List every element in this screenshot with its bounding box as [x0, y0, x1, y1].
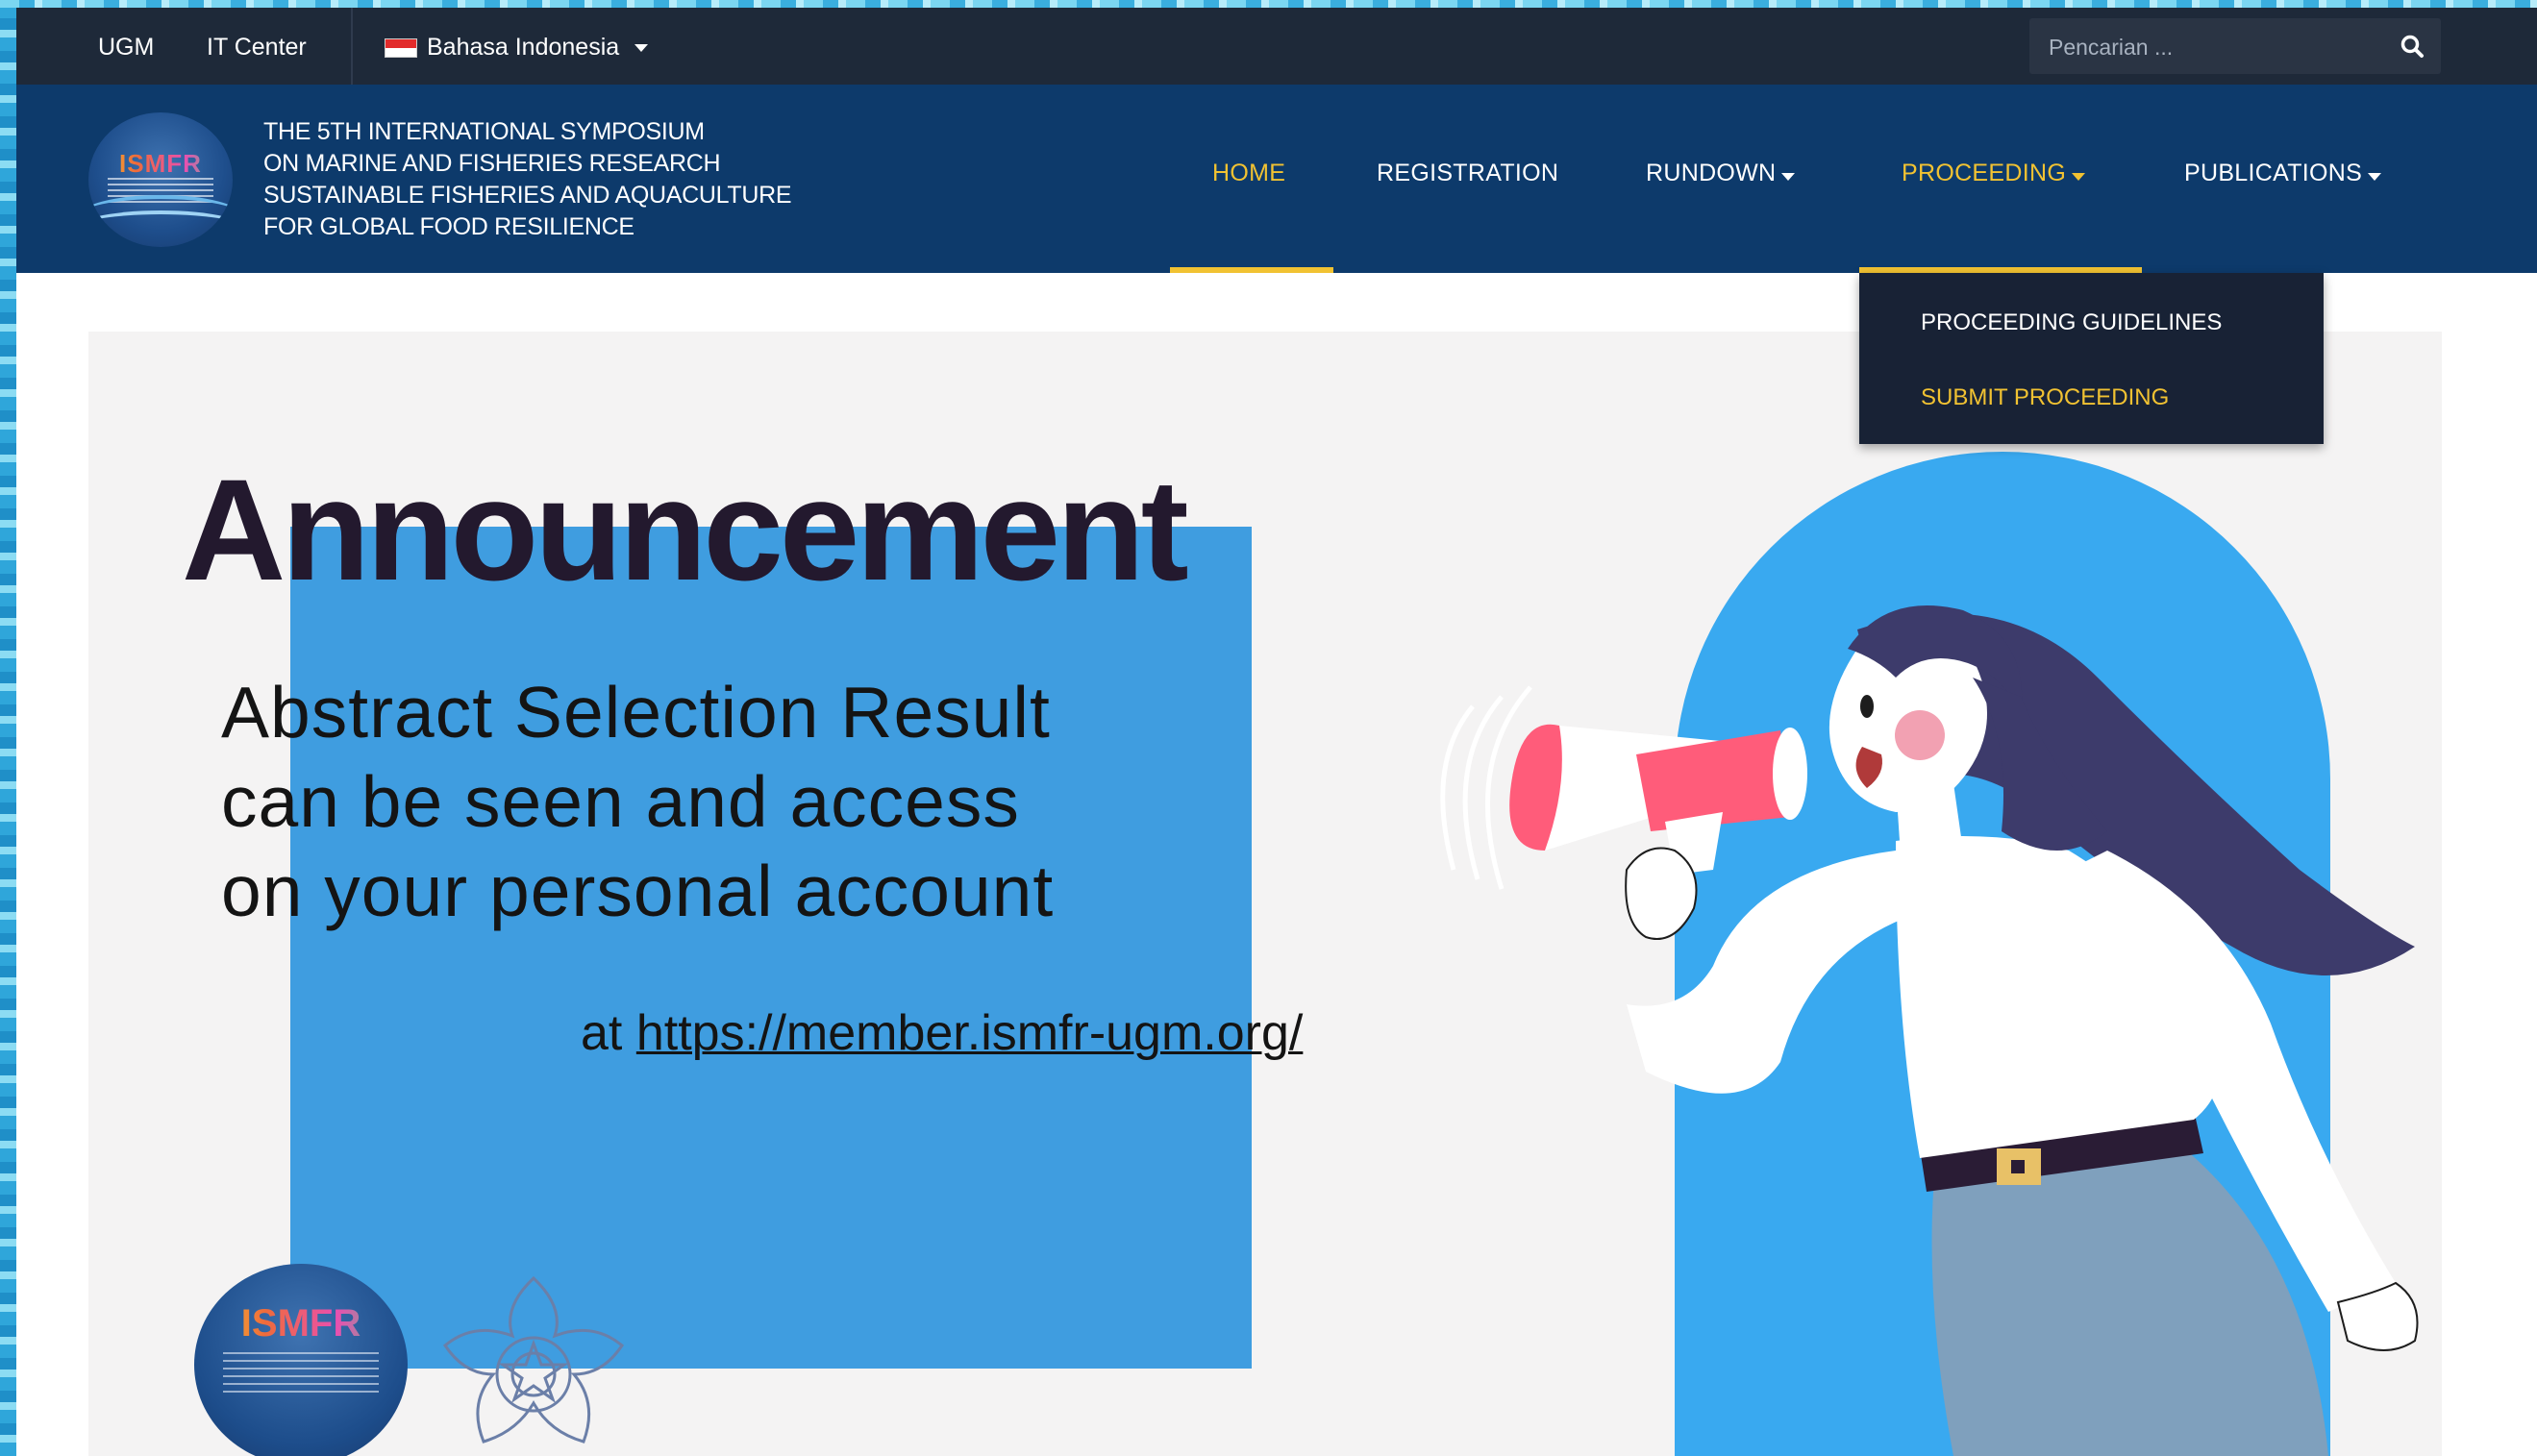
nav-rundown[interactable]: RUNDOWN [1646, 160, 1796, 187]
website: UGM IT Center Bahasa Indonesia ISMFR [16, 8, 2537, 1456]
nav-proceeding[interactable]: PROCEEDING [1902, 160, 2086, 187]
language-selector[interactable]: Bahasa Indonesia [385, 34, 649, 62]
nav-rundown-label: RUNDOWN [1646, 160, 1777, 186]
ugm-link[interactable]: UGM [98, 34, 154, 62]
nav-registration-label: REGISTRATION [1377, 160, 1559, 186]
chevron-down-icon [2072, 173, 2086, 181]
chevron-down-icon [634, 43, 649, 52]
badge-wordmark: ISMFR [194, 1302, 408, 1345]
nav-publications[interactable]: PUBLICATIONS [2184, 160, 2382, 187]
search-icon [2400, 35, 2424, 58]
ismfr-logo[interactable]: ISMFR [88, 112, 233, 247]
it-center-link[interactable]: IT Center [207, 34, 307, 62]
badge-subtitle-lines [223, 1352, 379, 1394]
nav-registration[interactable]: REGISTRATION [1377, 160, 1558, 187]
search-button[interactable] [2393, 27, 2431, 65]
site-title: THE 5TH INTERNATIONAL SYMPOSIUM ON MARIN… [263, 116, 792, 243]
nav-home-underline [1170, 267, 1333, 273]
chevron-down-icon [2368, 173, 2382, 181]
proceeding-dropdown-menu: PROCEEDING GUIDELINES SUBMIT PROCEEDING [1859, 273, 2324, 444]
sound-wave-icon [1462, 695, 1504, 880]
nav-home[interactable]: HOME [1212, 160, 1285, 187]
site-title-line: THE 5TH INTERNATIONAL SYMPOSIUM [263, 118, 705, 145]
site-title-line: ON MARINE AND FISHERIES RESEARCH [263, 150, 721, 177]
menu-item-proceeding-guidelines[interactable]: PROCEEDING GUIDELINES [1921, 309, 2222, 336]
menu-item-submit-proceeding[interactable]: SUBMIT PROCEEDING [1921, 384, 2169, 411]
announcement-banner: Announcement Abstract Selection Result c… [88, 332, 2442, 1456]
page-background-top [0, 0, 2537, 8]
site-title-line: FOR GLOBAL FOOD RESILIENCE [263, 213, 634, 240]
search-input[interactable] [2047, 30, 2368, 64]
language-label: Bahasa Indonesia [427, 34, 620, 61]
top-bar: UGM IT Center Bahasa Indonesia [16, 8, 2537, 85]
nav-home-label: HOME [1212, 160, 1286, 186]
ismfr-badge-logo: ISMFR [194, 1264, 408, 1456]
search-box [2029, 18, 2441, 74]
ugm-emblem-logo [443, 1275, 624, 1444]
site-title-line: SUSTAINABLE FISHERIES AND AQUACULTURE [263, 182, 792, 209]
nav-proceeding-label: PROCEEDING [1902, 160, 2067, 186]
site-header: ISMFR THE 5TH INTERNATIONAL SYMPOSIUM ON… [16, 85, 2537, 273]
chevron-down-icon [1781, 173, 1796, 181]
topbar-divider [351, 8, 353, 85]
nav-publications-label: PUBLICATIONS [2184, 160, 2363, 186]
logo-wave [88, 210, 233, 247]
page-background-left [0, 0, 16, 1456]
indonesia-flag-icon [385, 37, 417, 58]
logo-wordmark: ISMFR [88, 149, 233, 179]
